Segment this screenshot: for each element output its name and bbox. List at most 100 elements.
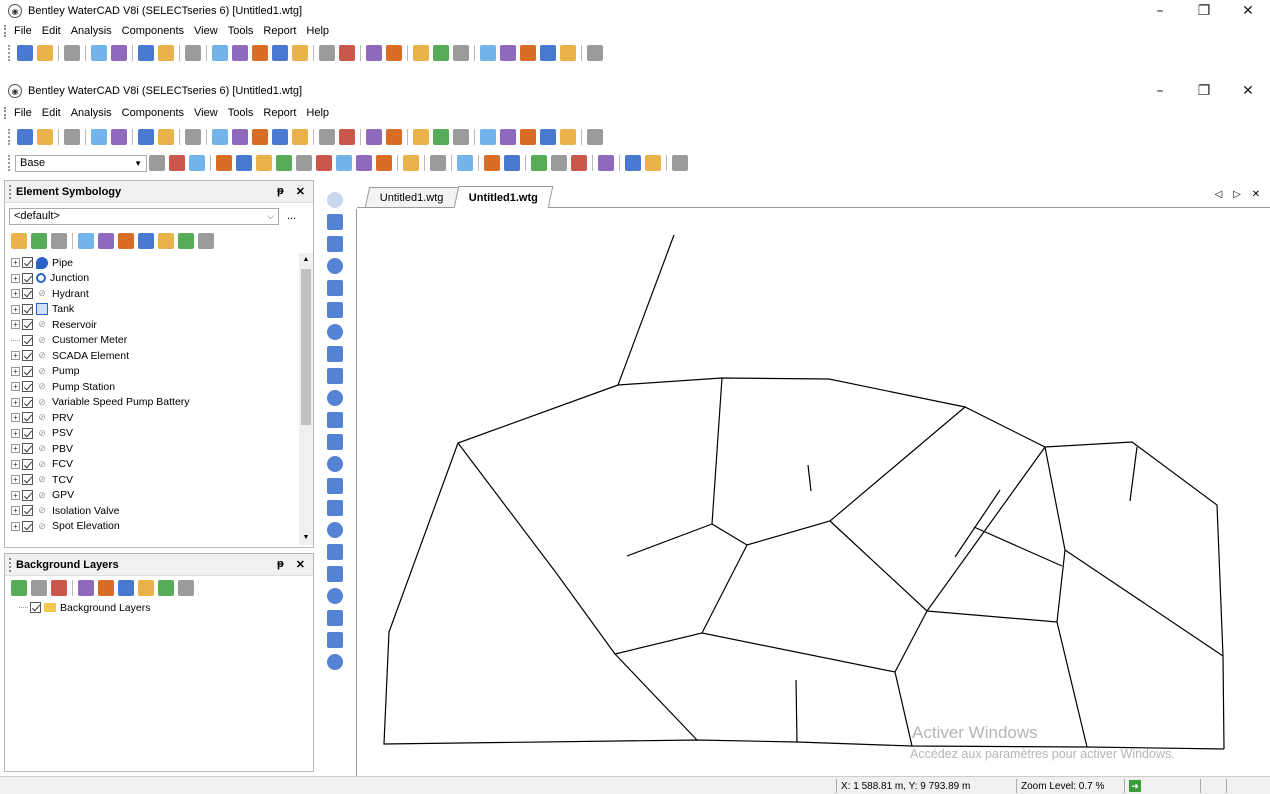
print-icon[interactable]: [111, 45, 127, 61]
menu-report[interactable]: Report: [263, 25, 296, 37]
print-icon[interactable]: [111, 129, 127, 145]
refresh-icon[interactable]: [339, 129, 355, 145]
expand-icon[interactable]: +: [11, 459, 20, 469]
symbology-dropdown[interactable]: <default> ⌵: [9, 207, 279, 225]
menu-analysis[interactable]: Analysis: [71, 107, 112, 119]
close-icon[interactable]: ✕: [296, 558, 305, 571]
tank-icon[interactable]: [327, 280, 343, 296]
element-properties-icon[interactable]: [480, 45, 496, 61]
find-icon[interactable]: [185, 45, 201, 61]
zoom-window-icon[interactable]: [232, 45, 248, 61]
query-icon[interactable]: [433, 129, 449, 145]
expand-icon[interactable]: [11, 339, 20, 341]
hydrant-icon[interactable]: [327, 258, 343, 274]
expand-icon[interactable]: +: [11, 397, 20, 407]
collapse-icon[interactable]: [158, 580, 174, 596]
prv-icon[interactable]: [327, 434, 343, 450]
symbology-item[interactable]: + Tank: [5, 302, 313, 318]
symbology-item[interactable]: + ⊘ GPV: [5, 488, 313, 504]
symbology-item[interactable]: + ⊘ Reservoir: [5, 317, 313, 333]
fcv-icon[interactable]: [327, 500, 343, 516]
pipe[interactable]: [1064, 549, 1224, 657]
visibility-checkbox[interactable]: [22, 350, 33, 362]
menu-report[interactable]: Report: [263, 107, 296, 119]
tab-nav-controls[interactable]: ◁ ▷ ✕: [1215, 189, 1264, 200]
expand-icon[interactable]: +: [11, 273, 20, 283]
symbology-item[interactable]: + ⊘ PBV: [5, 441, 313, 457]
expand-icon[interactable]: +: [11, 258, 20, 268]
graph-icon[interactable]: [520, 45, 536, 61]
expand-icon[interactable]: +: [11, 351, 20, 361]
save-icon[interactable]: [64, 45, 80, 61]
scenario-combo[interactable]: Base ▼: [15, 154, 147, 172]
designer-icon[interactable]: [571, 155, 587, 171]
calculate-icon[interactable]: [386, 129, 402, 145]
help-icon[interactable]: [198, 233, 214, 249]
expand-icon[interactable]: [138, 580, 154, 596]
visibility-checkbox[interactable]: [22, 489, 33, 501]
open-file-icon[interactable]: [37, 129, 53, 145]
pipe-network[interactable]: [383, 234, 1225, 750]
drawing-canvas[interactable]: [356, 209, 1270, 776]
check-valve-icon[interactable]: [327, 654, 343, 670]
move-up-icon[interactable]: [98, 580, 114, 596]
redo-icon[interactable]: [158, 45, 174, 61]
new-icon[interactable]: [11, 233, 27, 249]
pipe[interactable]: [701, 520, 928, 673]
visibility-checkbox[interactable]: [22, 272, 33, 284]
collapse-icon[interactable]: [178, 233, 194, 249]
symbology-item[interactable]: + ⊘ Hydrant: [5, 286, 313, 302]
open-file-icon[interactable]: [37, 45, 53, 61]
pipe[interactable]: [711, 377, 966, 546]
close-button[interactable]: ✕: [1226, 80, 1270, 102]
compute-icon[interactable]: [169, 155, 185, 171]
fire-flow-icon[interactable]: [504, 155, 520, 171]
symbology-item[interactable]: + ⊘ Pump: [5, 364, 313, 380]
expand-icon[interactable]: +: [11, 289, 20, 299]
print-preview-icon[interactable]: [91, 45, 107, 61]
scroll-thumb[interactable]: [301, 269, 311, 425]
menu-components[interactable]: Components: [122, 25, 184, 37]
open-scenario-icon[interactable]: [149, 155, 165, 171]
expand-icon[interactable]: +: [11, 382, 20, 392]
minimize-button[interactable]: –: [1138, 0, 1182, 22]
tcv-icon[interactable]: [327, 522, 343, 538]
pipe[interactable]: [926, 446, 1066, 623]
menu-edit[interactable]: Edit: [42, 25, 61, 37]
visibility-checkbox[interactable]: [22, 412, 33, 424]
options-icon[interactable]: [587, 129, 603, 145]
pbv-icon[interactable]: [327, 478, 343, 494]
expand-icon[interactable]: +: [11, 366, 20, 376]
meter-tool-icon[interactable]: [356, 155, 372, 171]
help-icon[interactable]: [672, 155, 688, 171]
scroll-down-icon[interactable]: ▼: [299, 531, 313, 545]
edit-icon[interactable]: [78, 580, 94, 596]
maximize-button[interactable]: ❐: [1182, 80, 1226, 102]
pipe[interactable]: [1056, 621, 1088, 748]
pipe[interactable]: [383, 384, 1225, 750]
visibility-checkbox[interactable]: [22, 458, 33, 470]
validate-icon[interactable]: [403, 155, 419, 171]
symbology-item[interactable]: + ⊘ FCV: [5, 457, 313, 473]
visibility-checkbox[interactable]: [22, 288, 33, 300]
selection-icon[interactable]: [453, 129, 469, 145]
darwin-icon[interactable]: [531, 155, 547, 171]
contour-icon[interactable]: [560, 45, 576, 61]
zoom-in-icon[interactable]: [252, 129, 268, 145]
pin-icon[interactable]: ᵽ: [277, 185, 284, 198]
pipe-tool-icon[interactable]: [216, 155, 232, 171]
select-icon[interactable]: [327, 192, 343, 208]
edit-icon[interactable]: [78, 233, 94, 249]
pipe[interactable]: [954, 489, 1001, 558]
visibility-checkbox[interactable]: [22, 257, 33, 269]
pipe[interactable]: [613, 544, 748, 741]
spot-elevation-icon[interactable]: [327, 588, 343, 604]
print-preview-icon[interactable]: [91, 129, 107, 145]
new-file-icon[interactable]: [17, 45, 33, 61]
pipe[interactable]: [626, 523, 713, 557]
pump-station-icon[interactable]: [327, 390, 343, 406]
graph-icon[interactable]: [520, 129, 536, 145]
surge-tank-icon[interactable]: [327, 632, 343, 648]
expand-icon[interactable]: +: [11, 506, 20, 516]
visibility-checkbox[interactable]: [22, 443, 33, 455]
